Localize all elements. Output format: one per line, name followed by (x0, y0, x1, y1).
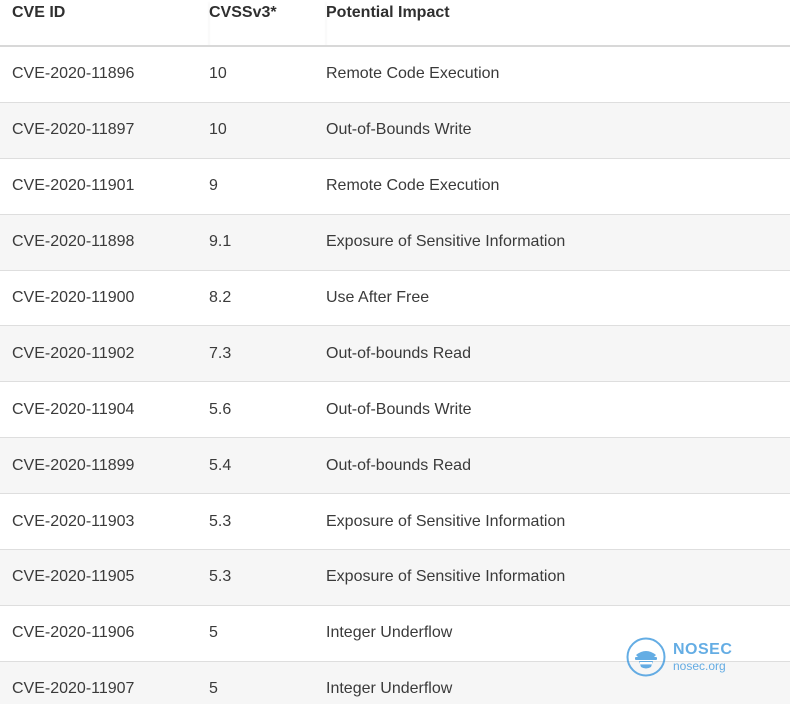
impact-cell: Exposure of Sensitive Information (326, 549, 790, 606)
table-row: CVE-2020-11903 5.3 Exposure of Sensitive… (0, 493, 790, 551)
table-row: CVE-2020-11897 10 Out-of-Bounds Write (0, 102, 790, 159)
impact-cell: Remote Code Execution (326, 46, 790, 103)
column-header-cve-id[interactable]: CVE ID (0, 0, 209, 47)
table-row: CVE-2020-11898 9.1 Exposure of Sensitive… (0, 214, 790, 271)
impact-cell: Use After Free (326, 270, 790, 327)
table-row: CVE-2020-11902 7.3 Out-of-bounds Read (0, 325, 790, 383)
cve-id-cell: CVE-2020-11898 (0, 214, 209, 271)
cvss-cell: 8.2 (209, 270, 326, 327)
table-header-row: CVE ID CVSSv3* Potential Impact (0, 0, 790, 47)
page: CVE ID CVSSv3* Potential Impact CVE-2020… (0, 0, 790, 704)
cvss-cell: 5.3 (209, 493, 326, 551)
cve-id-cell: CVE-2020-11904 (0, 381, 209, 439)
cve-id-cell: CVE-2020-11900 (0, 270, 209, 327)
nosec-watermark: NOSEC nosec.org (626, 637, 732, 677)
table-row: CVE-2020-11905 5.3 Exposure of Sensitive… (0, 549, 790, 606)
cve-id-cell: CVE-2020-11907 (0, 661, 209, 704)
cve-id-cell: CVE-2020-11897 (0, 102, 209, 159)
cvss-cell: 5.6 (209, 381, 326, 439)
impact-cell: Remote Code Execution (326, 158, 790, 215)
nosec-logo-icon (626, 637, 666, 677)
impact-cell: Out-of-bounds Read (326, 325, 790, 383)
table-row: CVE-2020-11904 5.6 Out-of-Bounds Write (0, 381, 790, 439)
impact-cell: Out-of-Bounds Write (326, 102, 790, 159)
cvss-cell: 5.3 (209, 549, 326, 606)
table-row: CVE-2020-11899 5.4 Out-of-bounds Read (0, 437, 790, 495)
cve-table: CVE ID CVSSv3* Potential Impact CVE-2020… (0, 0, 790, 704)
cvss-cell: 9 (209, 158, 326, 215)
cvss-cell: 5 (209, 661, 326, 704)
cve-id-cell: CVE-2020-11906 (0, 605, 209, 662)
cvss-cell: 10 (209, 46, 326, 103)
watermark-url: nosec.org (673, 659, 726, 673)
watermark-text: NOSEC nosec.org (673, 641, 733, 673)
cve-id-cell: CVE-2020-11902 (0, 325, 209, 383)
cvss-cell: 9.1 (209, 214, 326, 271)
cve-id-cell: CVE-2020-11905 (0, 549, 209, 606)
impact-cell: Exposure of Sensitive Information (326, 214, 790, 271)
cve-id-cell: CVE-2020-11901 (0, 158, 209, 215)
table-row: CVE-2020-11896 10 Remote Code Execution (0, 46, 790, 103)
table-row: CVE-2020-11901 9 Remote Code Execution (0, 158, 790, 215)
cvss-cell: 10 (209, 102, 326, 159)
cve-id-cell: CVE-2020-11903 (0, 493, 209, 551)
column-header-cvss[interactable]: CVSSv3* (209, 0, 326, 47)
cvss-cell: 7.3 (209, 325, 326, 383)
column-header-impact[interactable]: Potential Impact (326, 0, 790, 47)
watermark-name: NOSEC (673, 641, 733, 658)
cve-id-cell: CVE-2020-11899 (0, 437, 209, 495)
impact-cell: Out-of-bounds Read (326, 437, 790, 495)
impact-cell: Out-of-Bounds Write (326, 381, 790, 439)
cve-id-cell: CVE-2020-11896 (0, 46, 209, 103)
impact-cell: Exposure of Sensitive Information (326, 493, 790, 551)
cvss-cell: 5 (209, 605, 326, 662)
cvss-cell: 5.4 (209, 437, 326, 495)
table-row: CVE-2020-11900 8.2 Use After Free (0, 270, 790, 327)
